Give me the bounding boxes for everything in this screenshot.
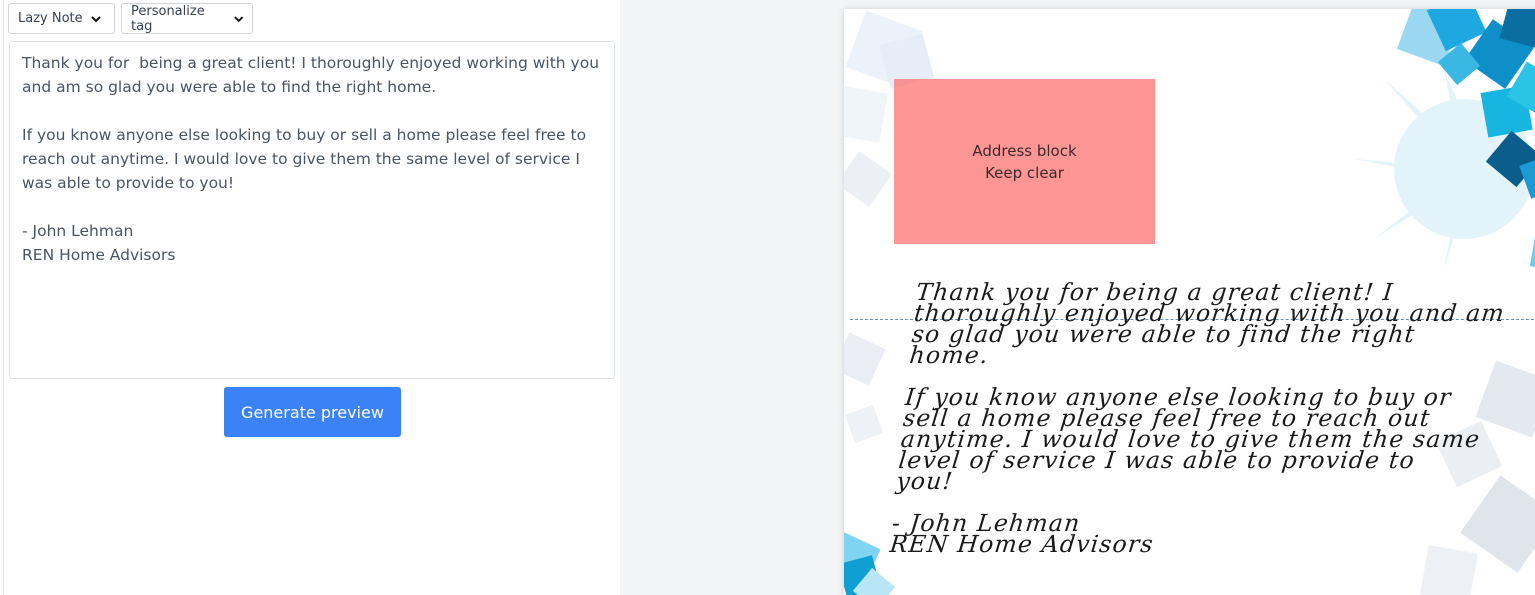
template-dropdown[interactable]: Lazy Note <box>8 3 115 34</box>
generate-preview-button[interactable]: Generate preview <box>224 387 401 437</box>
template-dropdown-label: Lazy Note <box>18 11 83 26</box>
address-block: Address block Keep clear <box>894 79 1155 244</box>
note-textarea[interactable]: Thank you for being a great client! I th… <box>9 41 615 379</box>
chevron-down-icon <box>90 15 101 22</box>
personalize-tag-dropdown[interactable]: Personalize tag <box>121 3 253 34</box>
address-block-subtitle: Keep clear <box>985 163 1064 182</box>
address-block-title: Address block <box>972 141 1077 160</box>
editor-panel: Lazy Note Personalize tag Thank you for … <box>0 0 620 595</box>
chevron-down-icon <box>233 15 243 22</box>
message-paragraph-1: Thank you for being a great client! I th… <box>908 278 1507 369</box>
personalize-tag-label: Personalize tag <box>131 3 205 34</box>
message-signature: - John Lehman REN Home Advisors <box>888 509 1156 558</box>
message-paragraph-2: If you know anyone else looking to buy o… <box>895 383 1482 495</box>
handwritten-message: Thank you for being a great client! I th… <box>887 278 1518 576</box>
card-preview: Address block Keep clear Thank you for b… <box>844 9 1535 595</box>
preview-panel: Address block Keep clear Thank you for b… <box>620 0 1535 595</box>
